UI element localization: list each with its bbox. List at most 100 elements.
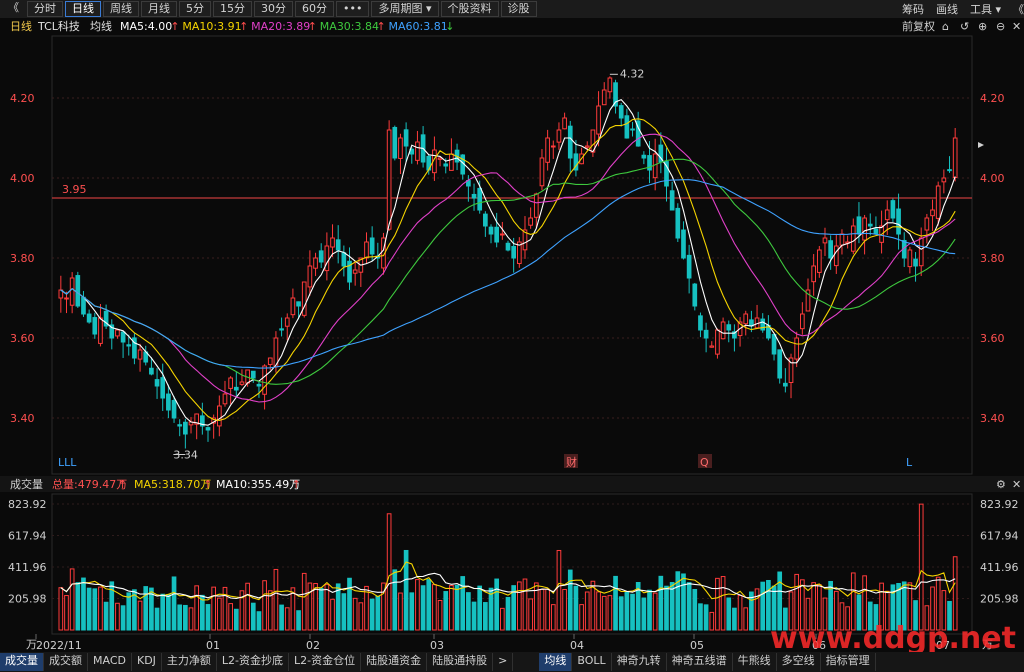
main-indicator-tab-2[interactable]: 神奇九转 — [612, 653, 667, 671]
volume-bar[interactable] — [624, 591, 630, 631]
volume-bar[interactable] — [194, 585, 200, 631]
toolbar-right-item-3[interactable]: 《 — [1013, 1, 1024, 17]
volume-bar[interactable] — [205, 604, 211, 631]
volume-bar[interactable] — [245, 582, 250, 631]
volume-bar[interactable] — [183, 604, 188, 631]
volume-bar[interactable] — [545, 588, 550, 631]
candle-body[interactable] — [369, 237, 375, 255]
candle-body[interactable] — [584, 145, 590, 148]
candle-body[interactable] — [403, 129, 409, 147]
volume-bar[interactable] — [369, 598, 375, 631]
candle-body[interactable] — [279, 328, 284, 331]
main-indicator-tab-6[interactable]: 指标管理 — [821, 653, 876, 671]
candle-body[interactable] — [154, 379, 160, 387]
candle-body[interactable] — [709, 345, 715, 348]
volume-bar[interactable] — [267, 590, 273, 631]
volume-bar[interactable] — [596, 591, 601, 631]
volume-bar[interactable] — [154, 607, 160, 631]
candle-body[interactable] — [890, 200, 896, 219]
volume-bar[interactable] — [573, 585, 579, 631]
candle-body[interactable] — [262, 365, 267, 395]
volume-bar[interactable] — [918, 503, 924, 631]
volume-bar[interactable] — [409, 592, 415, 631]
volume-bar[interactable] — [454, 584, 460, 631]
period-tab-12[interactable]: 诊股 — [500, 1, 537, 17]
period-tab-8[interactable]: 60分 — [295, 1, 334, 17]
volume-bar[interactable] — [352, 597, 358, 631]
candle-body[interactable] — [862, 217, 867, 241]
volume-bar[interactable] — [432, 584, 437, 631]
volume-bar[interactable] — [233, 608, 239, 631]
volume-bar[interactable] — [415, 579, 420, 631]
candle-body[interactable] — [686, 254, 692, 279]
candle-body[interactable] — [833, 245, 839, 267]
sub-indicator-tab-4[interactable]: 主力净额 — [162, 653, 217, 671]
candle-body[interactable] — [743, 313, 749, 325]
volume-bar[interactable] — [330, 598, 335, 631]
volume-bar[interactable] — [200, 594, 205, 631]
candle-body[interactable] — [284, 317, 290, 327]
volume-bar[interactable] — [222, 586, 228, 631]
candle-body[interactable] — [449, 153, 454, 171]
volume-bar[interactable] — [250, 602, 256, 631]
main-indicator-tab-1[interactable]: BOLL — [572, 653, 612, 671]
period-tab-2[interactable]: 日线 — [65, 1, 101, 17]
period-tab-4[interactable]: 月线 — [141, 1, 177, 17]
volume-bar[interactable] — [630, 593, 635, 631]
candle-body[interactable] — [726, 324, 732, 331]
volume-bar[interactable] — [284, 607, 290, 631]
candle-body[interactable] — [884, 209, 890, 221]
volume-bar[interactable] — [664, 585, 669, 631]
volume-bar[interactable] — [698, 603, 703, 631]
candle-body[interactable] — [256, 383, 262, 387]
candle-body[interactable] — [488, 226, 494, 235]
candle-body[interactable] — [618, 105, 624, 119]
candle-body[interactable] — [556, 129, 562, 143]
candle-body[interactable] — [669, 190, 675, 211]
candle-body[interactable] — [177, 424, 183, 427]
volume-bar[interactable] — [126, 592, 132, 631]
sub-indicator-tab-7[interactable]: 陆股通资金 — [361, 653, 428, 671]
volume-bar[interactable] — [341, 593, 347, 631]
candle-body[interactable] — [92, 317, 98, 335]
candle-body[interactable] — [443, 163, 449, 167]
candle-body[interactable] — [800, 313, 805, 330]
candle-body[interactable] — [545, 137, 550, 163]
volume-bar[interactable] — [709, 611, 715, 631]
volume-bar[interactable] — [137, 600, 143, 631]
volume-bar[interactable] — [318, 587, 324, 631]
volume-bar[interactable] — [686, 582, 692, 631]
candle-body[interactable] — [267, 357, 273, 366]
candle-body[interactable] — [539, 157, 545, 187]
volume-bar[interactable] — [386, 513, 392, 631]
main-indicator-tab-5[interactable]: 多空线 — [777, 653, 821, 671]
candle-body[interactable] — [715, 329, 720, 355]
period-tab-6[interactable]: 15分 — [213, 1, 252, 17]
period-tab-0[interactable]: 《 — [2, 1, 25, 17]
volume-bar[interactable] — [471, 601, 477, 631]
candle-body[interactable] — [471, 193, 477, 199]
period-tab-9[interactable]: ••• — [336, 1, 370, 17]
volume-bar[interactable] — [652, 592, 658, 631]
candle-body[interactable] — [171, 400, 177, 419]
volume-bar[interactable] — [98, 586, 103, 631]
candle-body[interactable] — [137, 349, 143, 360]
candle-body[interactable] — [352, 269, 358, 274]
candle-body[interactable] — [811, 265, 816, 283]
volume-bar[interactable] — [584, 591, 590, 631]
period-tab-1[interactable]: 分时 — [27, 1, 63, 17]
main-indicator-tab-4[interactable]: 牛熊线 — [733, 653, 777, 671]
candle-body[interactable] — [233, 386, 239, 391]
volume-bar[interactable] — [460, 576, 466, 631]
candle-body[interactable] — [783, 382, 788, 387]
candle-body[interactable] — [250, 370, 256, 379]
volume-bar[interactable] — [69, 568, 75, 631]
volume-bar[interactable] — [256, 611, 262, 631]
candle-body[interactable] — [675, 207, 681, 239]
volume-bar[interactable] — [262, 580, 267, 631]
candle-body[interactable] — [550, 145, 556, 148]
sub-indicator-tab-3[interactable]: KDJ — [132, 653, 162, 671]
candle-body[interactable] — [896, 208, 901, 235]
volume-bar[interactable] — [426, 579, 432, 631]
candle-body[interactable] — [567, 125, 573, 159]
